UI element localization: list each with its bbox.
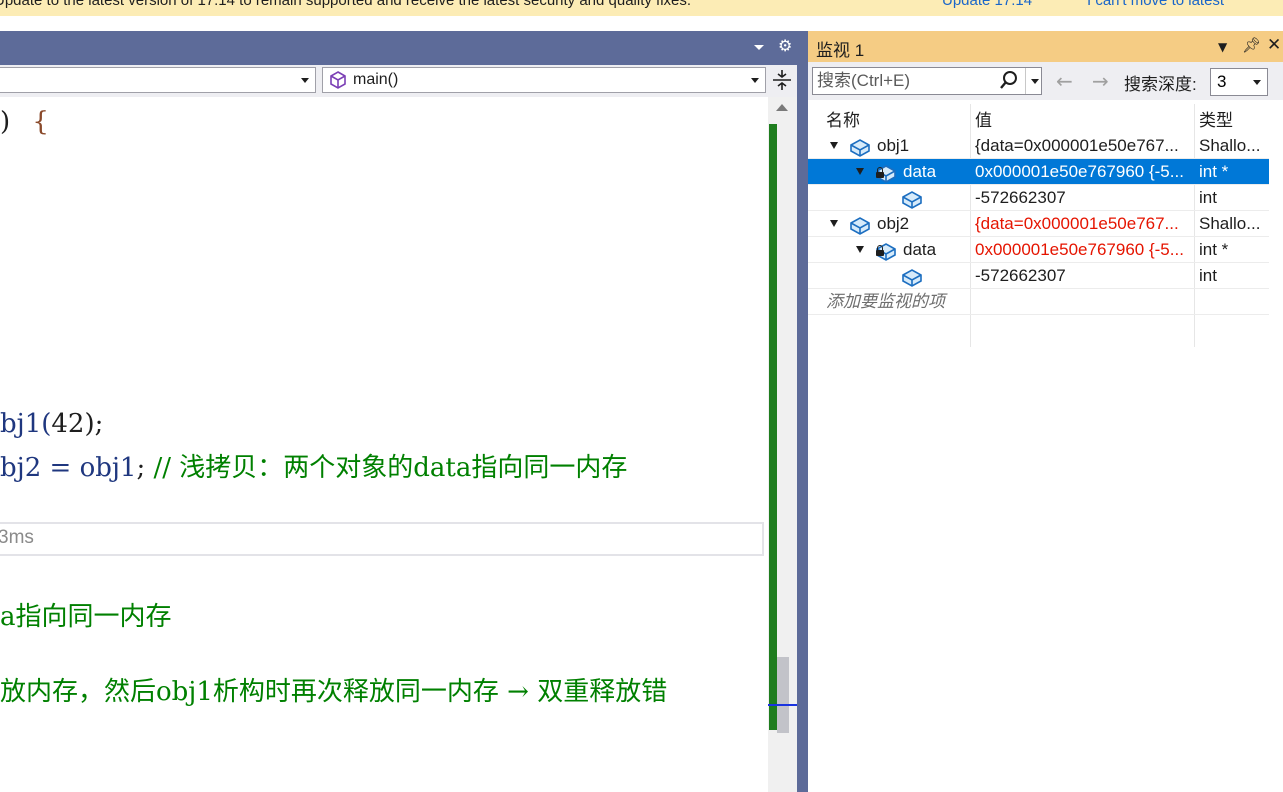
tab-list-dropdown-icon[interactable] bbox=[754, 45, 764, 50]
update-link[interactable]: Update 17.14 bbox=[942, 0, 1032, 9]
code-token: obj1 bbox=[79, 453, 137, 483]
code-token: { bbox=[32, 107, 49, 137]
lock-icon bbox=[876, 167, 884, 178]
chevron-down-icon bbox=[1253, 80, 1261, 85]
collapse-triangle-icon[interactable] bbox=[830, 142, 838, 149]
search-input[interactable] bbox=[817, 71, 989, 91]
code-token: ) bbox=[0, 107, 11, 137]
collapse-triangle-icon[interactable] bbox=[856, 168, 864, 175]
watch-row-value: 0x000001e50e767960 {-5... bbox=[975, 162, 1184, 181]
watch-row[interactable]: data 0x000001e50e767960 {-5... int * bbox=[808, 237, 1269, 263]
collapse-triangle-icon[interactable] bbox=[830, 220, 838, 227]
chevron-down-icon[interactable] bbox=[1031, 79, 1039, 84]
code-comment: a指向同一内存 bbox=[0, 602, 172, 632]
code-editor[interactable]: ) { bj1(42); bj2 = obj1; // 浅拷贝：两个对象的dat… bbox=[0, 97, 768, 792]
method-cube-icon bbox=[330, 71, 346, 89]
watch-title-bar: 监视 1 ▼ 📌︎ ✕ bbox=[808, 31, 1283, 62]
watch-row[interactable]: -572662307 int bbox=[808, 263, 1269, 289]
code-token: ); bbox=[84, 409, 104, 439]
value-icon bbox=[902, 269, 922, 287]
code-token: ; bbox=[136, 453, 146, 483]
lock-icon bbox=[876, 245, 884, 256]
value-icon bbox=[902, 191, 922, 209]
code-number: 42 bbox=[51, 409, 85, 439]
search-next-icon[interactable]: → bbox=[1092, 69, 1109, 93]
chevron-down-icon[interactable]: ▼ bbox=[1218, 40, 1227, 54]
function-combo-value: main() bbox=[353, 71, 399, 88]
perf-tip-text: 3ms bbox=[0, 527, 34, 548]
code-line: bj2 = obj1; // 浅拷贝：两个对象的data指向同一内存 bbox=[0, 447, 627, 484]
search-depth-select[interactable]: 3 bbox=[1210, 68, 1268, 96]
chevron-down-icon bbox=[301, 78, 309, 83]
editor-tab-strip: ⚙ bbox=[0, 31, 797, 65]
change-tracking-bar bbox=[769, 124, 777, 730]
watch-row-type: Shallo... bbox=[1199, 136, 1261, 155]
watch-row[interactable]: obj2 {data=0x000001e50e767... Shallo... bbox=[808, 211, 1269, 237]
caret-position-marker bbox=[768, 704, 797, 706]
watch-row-type: int bbox=[1199, 266, 1217, 285]
collapse-triangle-icon[interactable] bbox=[856, 246, 864, 253]
search-depth-label: 搜索深度: bbox=[1124, 75, 1197, 94]
watch-title: 监视 1 bbox=[816, 41, 865, 60]
watch-row-name: obj2 bbox=[877, 214, 910, 233]
scrollbar-thumb[interactable] bbox=[777, 657, 789, 733]
watch-row-value: {data=0x000001e50e767... bbox=[975, 136, 1179, 155]
search-previous-icon[interactable]: ← bbox=[1056, 69, 1073, 93]
perf-tip-box: 3ms bbox=[0, 522, 764, 556]
scope-combo[interactable] bbox=[0, 67, 316, 93]
column-header-label: 类型 bbox=[1199, 111, 1233, 130]
function-combo[interactable]: main() bbox=[322, 67, 766, 93]
column-header-label: 名称 bbox=[826, 111, 860, 130]
object-icon bbox=[850, 217, 870, 235]
watch-row-type: int * bbox=[1199, 162, 1229, 181]
watch-panel: 监视 1 ▼ 📌︎ ✕ ← → 搜索深度: 3 名称 值 类型 bbox=[808, 31, 1283, 792]
watch-row-type: int * bbox=[1199, 240, 1229, 259]
code-token: bj1( bbox=[0, 409, 52, 439]
gear-icon[interactable]: ⚙ bbox=[778, 36, 792, 55]
watch-row-value: 0x000001e50e767960 {-5... bbox=[975, 240, 1184, 259]
add-watch-row[interactable]: 添加要监视的项 bbox=[808, 289, 1269, 315]
watch-row-name: data bbox=[903, 240, 937, 259]
watch-toolbar: ← → 搜索深度: 3 bbox=[808, 62, 1283, 100]
object-icon bbox=[850, 139, 870, 157]
search-depth-value: 3 bbox=[1217, 72, 1227, 91]
watch-row-name: data bbox=[903, 162, 937, 181]
watch-row-name: obj1 bbox=[877, 136, 910, 155]
watch-row-value: -572662307 bbox=[975, 188, 1066, 207]
watch-row-selected[interactable]: data 0x000001e50e767960 {-5... int * bbox=[808, 159, 1269, 185]
split-editor-icon[interactable] bbox=[770, 67, 794, 93]
cant-move-link[interactable]: I can't move to latest bbox=[1087, 0, 1224, 9]
column-header-type[interactable]: 类型 bbox=[1195, 104, 1269, 130]
column-header-name[interactable]: 名称 bbox=[808, 104, 970, 130]
search-icon[interactable] bbox=[999, 70, 1019, 92]
code-comment: 放内存，然后obj1析构时再次释放同一内存 → 双重释放错 bbox=[0, 677, 668, 707]
navigation-bar: main() bbox=[0, 65, 797, 97]
watch-row[interactable]: obj1 {data=0x000001e50e767... Shallo... bbox=[808, 133, 1269, 159]
add-watch-placeholder[interactable]: 添加要监视的项 bbox=[826, 289, 968, 315]
watch-row-value: -572662307 bbox=[975, 266, 1066, 285]
panel-splitter[interactable] bbox=[797, 31, 808, 792]
watch-search-box[interactable] bbox=[812, 67, 1042, 95]
search-separator bbox=[1025, 68, 1026, 94]
column-header-value[interactable]: 值 bbox=[971, 104, 1194, 130]
watch-row-type: Shallo... bbox=[1199, 214, 1261, 233]
update-infobar: Update to the latest version of 17.14 to… bbox=[0, 0, 1283, 16]
pin-icon[interactable]: 📌︎ bbox=[1242, 36, 1261, 54]
watch-row-type: int bbox=[1199, 188, 1217, 207]
update-message: Update to the latest version of 17.14 to… bbox=[0, 0, 692, 9]
code-line: ) { bbox=[0, 107, 49, 137]
watch-row-value: {data=0x000001e50e767... bbox=[975, 214, 1179, 233]
close-icon[interactable]: ✕ bbox=[1267, 35, 1281, 55]
scroll-up-icon[interactable] bbox=[776, 104, 788, 111]
code-line: bj1(42); bbox=[0, 409, 103, 439]
code-token: bj2 = bbox=[0, 453, 80, 483]
column-header-label: 值 bbox=[975, 111, 992, 130]
watch-row[interactable]: -572662307 int bbox=[808, 185, 1269, 211]
code-comment: // 浅拷贝：两个对象的data指向同一内存 bbox=[153, 453, 628, 483]
chevron-down-icon bbox=[751, 78, 759, 83]
